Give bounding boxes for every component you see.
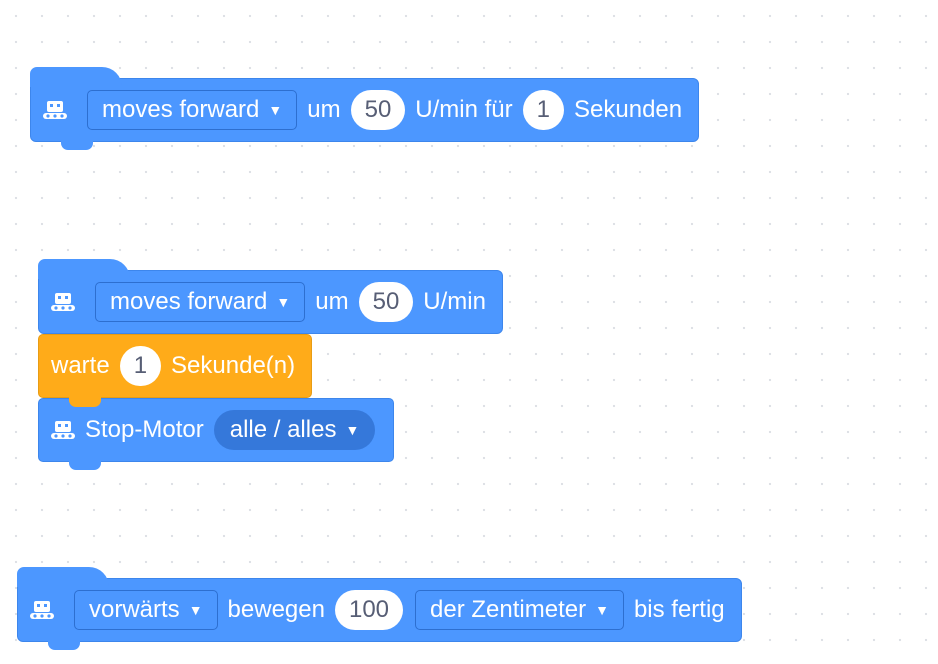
speed-input[interactable]: 50 <box>358 282 414 322</box>
unit-value: der Zentimeter <box>430 596 587 623</box>
seconds-label: Sekunden <box>574 96 683 123</box>
move-label: bewegen <box>227 596 325 623</box>
direction-dropdown[interactable]: vorwärts ▼ <box>74 590 218 630</box>
distance-input[interactable]: 100 <box>334 590 404 630</box>
chevron-down-icon: ▼ <box>345 422 360 438</box>
move-distance-block[interactable]: vorwärts ▼ bewegen 100 der Zentimeter ▼ bi… <box>17 567 742 650</box>
stop-motor-label: Stop-Motor <box>85 416 204 443</box>
motor-block-timed[interactable]: moves forward ▼ um 50 U/min für 1 Sekunde… <box>30 67 700 150</box>
um-label: um <box>315 288 349 315</box>
motor-select-dropdown[interactable]: alle / alles ▼ <box>213 410 376 450</box>
block-connector <box>48 640 80 650</box>
um-label: um <box>307 96 341 123</box>
chevron-down-icon: ▼ <box>268 102 283 118</box>
duration-input[interactable]: 1 <box>522 90 565 130</box>
direction-value: vorwärts <box>89 596 180 623</box>
motor-select-value: alle / alles <box>229 416 337 443</box>
speed-unit-label: U/min für <box>415 96 513 123</box>
hat-cap <box>30 67 122 87</box>
wait-unit-label: Sekunde(n) <box>171 352 296 379</box>
block-connector <box>61 140 93 150</box>
speed-unit-label: U/min <box>423 288 486 315</box>
robot-icon <box>49 419 77 441</box>
stop-motor-block[interactable]: Stop-Motor alle / alles ▼ <box>38 398 395 470</box>
chevron-down-icon: ▼ <box>188 602 203 618</box>
block-notch <box>69 398 101 407</box>
chevron-down-icon: ▼ <box>595 602 609 618</box>
wait-block[interactable]: warte 1 Sekunde(n) <box>38 334 313 406</box>
direction-dropdown[interactable]: moves forward ▼ <box>87 90 298 130</box>
chevron-down-icon: ▼ <box>276 294 291 310</box>
robot-icon <box>41 99 69 121</box>
unit-dropdown[interactable]: der Zentimeter ▼ <box>415 590 624 630</box>
direction-value: moves forward <box>102 96 260 123</box>
direction-dropdown[interactable]: moves forward ▼ <box>95 282 306 322</box>
until-done-label: bis fertig <box>633 596 725 623</box>
motor-block-start[interactable]: moves forward ▼ um 50 U/min <box>38 259 503 334</box>
wait-input[interactable]: 1 <box>119 346 162 386</box>
hat-cap <box>17 567 109 587</box>
robot-icon <box>49 291 77 313</box>
block-connector <box>69 460 101 470</box>
hat-cap <box>38 259 130 279</box>
robot-icon <box>28 599 56 621</box>
speed-input[interactable]: 50 <box>350 90 406 130</box>
wait-label: warte <box>51 352 110 379</box>
direction-value: moves forward <box>110 288 268 315</box>
